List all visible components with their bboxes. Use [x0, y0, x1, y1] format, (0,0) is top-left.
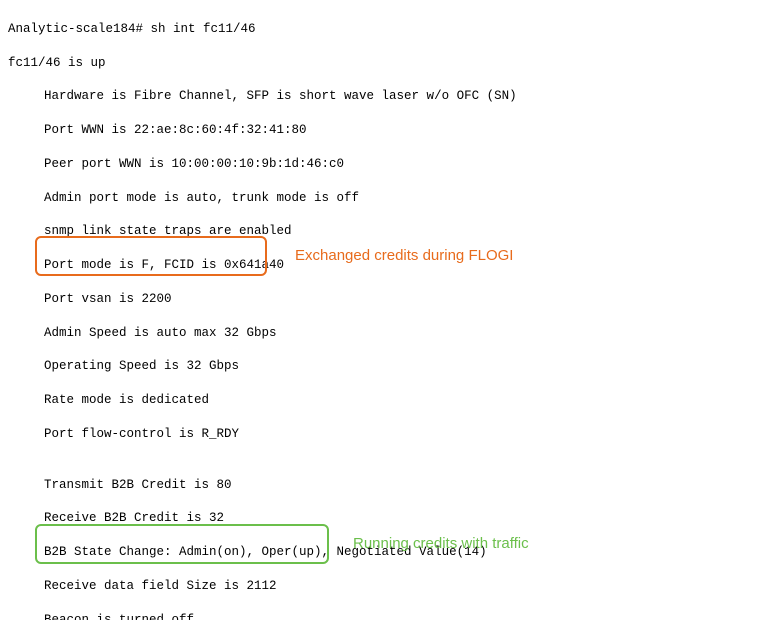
- output-line: snmp link state traps are enabled: [8, 223, 760, 240]
- rx-credit-line: Receive B2B Credit is 32: [8, 510, 760, 527]
- annotation-running: Running credits with traffic: [353, 534, 529, 554]
- annotation-flogi: Exchanged credits during FLOGI: [295, 246, 513, 266]
- output-line: Port WWN is 22:ae:8c:60:4f:32:41:80: [8, 122, 760, 139]
- terminal-output: Analytic-scale184# sh int fc11/46 fc11/4…: [0, 0, 768, 620]
- tx-credit-line: Transmit B2B Credit is 80: [8, 477, 760, 494]
- prompt-line: Analytic-scale184# sh int fc11/46: [8, 21, 760, 38]
- output-line: Peer port WWN is 10:00:00:10:9b:1d:46:c0: [8, 156, 760, 173]
- output-line: Beacon is turned off: [8, 612, 760, 620]
- output-line: Admin port mode is auto, trunk mode is o…: [8, 190, 760, 207]
- output-line: Rate mode is dedicated: [8, 392, 760, 409]
- output-line: Hardware is Fibre Channel, SFP is short …: [8, 88, 760, 105]
- output-line: Admin Speed is auto max 32 Gbps: [8, 325, 760, 342]
- output-line: Port vsan is 2200: [8, 291, 760, 308]
- output-line: Receive data field Size is 2112: [8, 578, 760, 595]
- output-line: Operating Speed is 32 Gbps: [8, 358, 760, 375]
- output-line: Port flow-control is R_RDY: [8, 426, 760, 443]
- status-line: fc11/46 is up: [8, 55, 760, 72]
